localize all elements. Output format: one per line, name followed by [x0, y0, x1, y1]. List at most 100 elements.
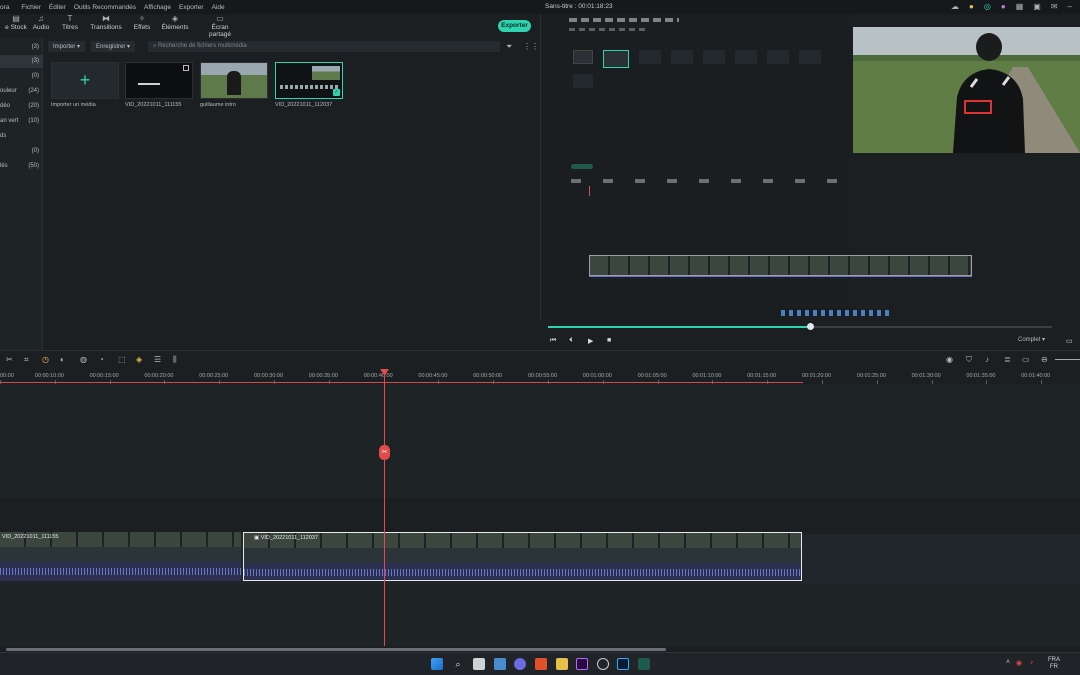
search-taskbar-icon[interactable]: ⌕ — [452, 658, 464, 670]
tab-transitions[interactable]: ⧓ Transitions — [86, 14, 126, 31]
grid-icon[interactable]: ▦ — [1016, 2, 1024, 11]
import-media-tile[interactable]: + Importer un média — [51, 62, 119, 108]
ruler-tick-label: 00:00:10:00 — [34, 373, 64, 379]
category-item[interactable]: lés (50) — [0, 160, 43, 173]
ruler-tick-label: 00:01:10:00 — [692, 373, 722, 379]
category-item[interactable]: an vert (10) — [0, 115, 43, 128]
media-item[interactable]: VID_20221011_111155 — [125, 62, 193, 108]
scissors-icon[interactable]: ✂ — [6, 355, 13, 364]
media-panel: Importer ▾ Enregistrer ▾ ⌕ Recherche de … — [43, 38, 540, 350]
stop-icon[interactable]: ■ — [607, 337, 611, 344]
chevron-up-icon[interactable]: ˄ — [1006, 659, 1010, 666]
monitor-icon[interactable]: ▭ — [1066, 337, 1073, 345]
frame-back-icon[interactable]: ⏴ — [569, 337, 573, 345]
ruler-tick-label: 00:00:30:00 — [254, 373, 284, 379]
grid-view-icon[interactable]: ⋮⋮ — [523, 42, 539, 51]
play-icon[interactable]: ▶ — [588, 337, 593, 345]
fit-icon[interactable]: ⬚ — [118, 355, 126, 364]
timeline-clip-selected[interactable]: ▣ VID_20221011_112037 — [243, 532, 802, 581]
import-dropdown[interactable]: Importer ▾ — [48, 41, 86, 52]
save-icon[interactable]: ▣ — [1033, 2, 1041, 11]
account-icon[interactable]: ● — [1001, 2, 1006, 11]
tab-titles[interactable]: T Titres — [50, 14, 90, 31]
timeline-scrollbar[interactable] — [6, 648, 666, 651]
filmora-icon[interactable] — [638, 658, 650, 670]
quality-dropdown[interactable]: Complet ▾ — [1018, 336, 1045, 343]
minimize-icon[interactable]: – — [1068, 2, 1072, 11]
microphone-icon[interactable]: ♪ — [985, 355, 989, 364]
adjust-icon[interactable]: ☰ — [154, 355, 161, 364]
brave-icon[interactable] — [535, 658, 547, 670]
render-icon[interactable]: ◉ — [946, 355, 953, 364]
menu-item-file[interactable]: Fichier — [21, 4, 41, 11]
record-dropdown[interactable]: Enregistrer ▾ — [91, 41, 136, 52]
speed-icon[interactable]: ◷ — [42, 355, 49, 364]
green-screen-icon[interactable]: ◍ — [80, 355, 87, 364]
category-item[interactable]: (3) — [0, 41, 43, 54]
task-view-icon[interactable] — [473, 658, 485, 670]
ruler-tick-label: 00:01:00:00 — [582, 373, 612, 379]
shield-icon[interactable]: ⛉ — [966, 355, 972, 365]
keyframe-icon[interactable]: ◈ — [136, 355, 142, 364]
ruler-tick-label: 00:01:35:00 — [966, 373, 996, 379]
zoom-out-icon[interactable]: ⊖ — [1041, 355, 1048, 364]
playback-progress[interactable] — [548, 323, 1052, 330]
photoshop-icon[interactable] — [617, 658, 629, 670]
menu-item-view[interactable]: Affichage — [144, 4, 171, 11]
category-item[interactable]: (0) — [0, 70, 43, 83]
ruler-tick-label: 00:01:40:00 — [1021, 373, 1051, 379]
mic-icon[interactable]: ♪ — [1030, 659, 1034, 666]
list-icon[interactable]: ≣ — [1004, 355, 1011, 364]
support-icon[interactable]: ◎ — [984, 2, 991, 11]
progress-handle[interactable] — [807, 323, 815, 330]
tray-icon[interactable]: ◉ — [1016, 659, 1022, 667]
split-screen-icon: ▭ — [216, 14, 224, 23]
search-input[interactable]: ⌕ Recherche de fichiers multimédia — [148, 41, 500, 52]
cloud-icon[interactable]: ☁ — [951, 2, 959, 11]
ruler-tick-label: 00:00:15:00 — [89, 373, 119, 379]
color-icon[interactable]: ◐ — [60, 355, 65, 364]
app-icon[interactable] — [597, 658, 609, 670]
project-title: Sans-titre : 00:01:18:23 — [545, 3, 613, 10]
timeline-clip[interactable]: VID_20221011_111155 — [0, 532, 241, 581]
ruler-tick-label: 00:01:05:00 — [637, 373, 667, 379]
widgets-icon[interactable] — [494, 658, 506, 670]
media-thumbnail — [125, 62, 193, 99]
media-item[interactable]: guillaume intro — [200, 62, 268, 108]
nested-editor-capture — [540, 14, 972, 320]
export-button[interactable]: Exporter — [498, 20, 531, 32]
media-thumbnail — [200, 62, 268, 99]
lightbulb-icon[interactable]: ● — [969, 2, 974, 11]
chat-icon[interactable] — [514, 658, 526, 670]
language-indicator[interactable]: FRA FR — [1048, 657, 1060, 671]
app-window: ora Fichier Éditer Outils Recommandés Af… — [0, 0, 1080, 675]
menu-item-edit[interactable]: Éditer — [49, 4, 66, 11]
transition-icon: ⧓ — [102, 14, 110, 23]
zoom-slider[interactable] — [1055, 359, 1080, 360]
windows-start-icon[interactable] — [431, 658, 443, 670]
video-preview[interactable] — [853, 27, 1080, 153]
category-item[interactable]: ds — [0, 130, 43, 143]
menu-item-export[interactable]: Exporter — [179, 4, 204, 11]
menu-item-help[interactable]: Aide — [212, 4, 225, 11]
playhead[interactable] — [384, 371, 385, 646]
category-item[interactable]: ouleur (24) — [0, 85, 43, 98]
filter-icon[interactable]: ⏷ — [506, 42, 512, 52]
step-back-icon[interactable]: ⏮ — [550, 337, 556, 345]
premiere-icon[interactable] — [576, 658, 588, 670]
category-item-active[interactable]: (3) — [0, 55, 43, 68]
tab-split-screen[interactable]: ▭ Écran partagé — [200, 14, 240, 38]
category-item[interactable]: déo (20) — [0, 100, 43, 113]
search-icon: ⌕ — [153, 43, 157, 49]
file-explorer-icon[interactable] — [556, 658, 568, 670]
mail-icon[interactable]: ✉ — [1051, 2, 1058, 11]
tab-elements[interactable]: ◈ Éléments — [155, 14, 195, 31]
split-icon[interactable]: ✂ — [379, 445, 390, 460]
menu-item-tools[interactable]: Outils Recommandés — [74, 4, 136, 11]
crop-icon[interactable]: ⌗ — [24, 355, 29, 365]
subtitle-icon[interactable]: ▭ — [1022, 355, 1030, 364]
media-item-selected[interactable]: ✓ VID_20221011_112037 — [275, 62, 343, 108]
timer-icon[interactable]: ◔ — [99, 355, 104, 364]
audio-mix-icon[interactable]: ⫼ — [173, 355, 177, 365]
category-item[interactable]: (0) — [0, 145, 43, 158]
